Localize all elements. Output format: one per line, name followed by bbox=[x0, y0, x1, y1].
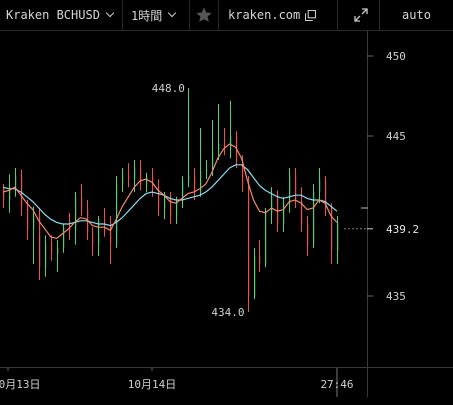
last-price-label: 439.2 bbox=[386, 223, 419, 236]
site-label: kraken.com bbox=[228, 8, 301, 22]
candle-body bbox=[134, 168, 136, 180]
low-price-annotation: 434.0 bbox=[211, 306, 244, 319]
candle-body bbox=[319, 179, 321, 192]
bottom-strip bbox=[0, 397, 453, 405]
price-tick-label: 450 bbox=[386, 50, 406, 63]
time-tick-label: 10月14日 bbox=[128, 378, 177, 391]
candle-body bbox=[63, 227, 65, 248]
candle-body bbox=[248, 184, 250, 296]
candle-body bbox=[57, 248, 59, 255]
candle-body bbox=[21, 176, 23, 207]
expand-icon bbox=[354, 8, 368, 22]
candle-body bbox=[206, 169, 208, 172]
candle-body bbox=[110, 224, 112, 244]
candle-body bbox=[212, 152, 214, 170]
candle-body bbox=[283, 203, 285, 224]
candle-body bbox=[45, 243, 47, 268]
moving-average-fast bbox=[2, 143, 338, 240]
site-link[interactable]: kraken.com bbox=[228, 0, 328, 30]
candle-body bbox=[27, 206, 29, 229]
scale-mode-button[interactable]: auto bbox=[380, 0, 453, 30]
candle-body bbox=[230, 136, 232, 149]
symbol-label: Kraken BCHUSD bbox=[6, 8, 100, 22]
toolbar-divider bbox=[337, 0, 338, 30]
toolbar-divider bbox=[122, 0, 123, 30]
candle-body bbox=[92, 232, 94, 245]
interval-label: 1時間 bbox=[131, 8, 163, 23]
time-tick-label: 27:46 bbox=[320, 378, 353, 391]
candle-body bbox=[218, 144, 220, 152]
favorite-button[interactable] bbox=[193, 0, 215, 30]
toolbar-divider bbox=[189, 0, 190, 30]
scale-mode-label: auto bbox=[402, 8, 431, 22]
candle-body bbox=[289, 174, 291, 204]
chevron-down-icon bbox=[105, 8, 115, 18]
candle-body bbox=[51, 243, 53, 255]
candle-body bbox=[188, 176, 190, 181]
candle-body bbox=[128, 174, 130, 180]
price-chart[interactable]: 450 445 435 439.2 10月13日 10月14日 27:46 448.0 434.… bbox=[0, 31, 453, 397]
candle-body bbox=[81, 196, 83, 210]
candle-body bbox=[194, 176, 196, 192]
candle-body bbox=[295, 174, 297, 200]
candle-body bbox=[331, 208, 333, 252]
price-tick-label: 435 bbox=[386, 290, 406, 303]
fullscreen-button[interactable] bbox=[351, 0, 371, 30]
toolbar: Kraken BCHUSD 1時間 kraken.com auto bbox=[0, 0, 453, 31]
candle-body bbox=[33, 216, 35, 229]
candle-body bbox=[170, 196, 172, 216]
toolbar-divider bbox=[218, 0, 219, 30]
candle-body bbox=[277, 195, 279, 224]
chevron-down-icon bbox=[167, 8, 177, 18]
candle-body bbox=[39, 216, 41, 268]
candle-body bbox=[271, 195, 273, 213]
time-tick-label: 10月13日 bbox=[0, 378, 41, 391]
candle-body bbox=[3, 187, 5, 200]
candle-body bbox=[337, 222, 339, 252]
candle-body bbox=[15, 176, 17, 188]
candle-body bbox=[259, 256, 261, 264]
candle-body bbox=[116, 184, 118, 244]
external-link-icon bbox=[305, 9, 317, 21]
candle-body bbox=[164, 196, 166, 208]
candle-body bbox=[254, 256, 256, 296]
star-icon bbox=[196, 7, 212, 22]
interval-selector[interactable]: 1時間 bbox=[131, 0, 183, 30]
candle-body bbox=[98, 219, 100, 245]
symbol-selector[interactable]: Kraken BCHUSD bbox=[6, 0, 116, 30]
high-price-annotation: 448.0 bbox=[152, 82, 185, 95]
price-tick-label: 445 bbox=[386, 130, 406, 143]
candle-body bbox=[75, 196, 77, 231]
candle-body bbox=[104, 219, 106, 224]
candle-body bbox=[307, 224, 309, 245]
candle-body bbox=[122, 174, 124, 184]
candle-body bbox=[265, 212, 267, 264]
